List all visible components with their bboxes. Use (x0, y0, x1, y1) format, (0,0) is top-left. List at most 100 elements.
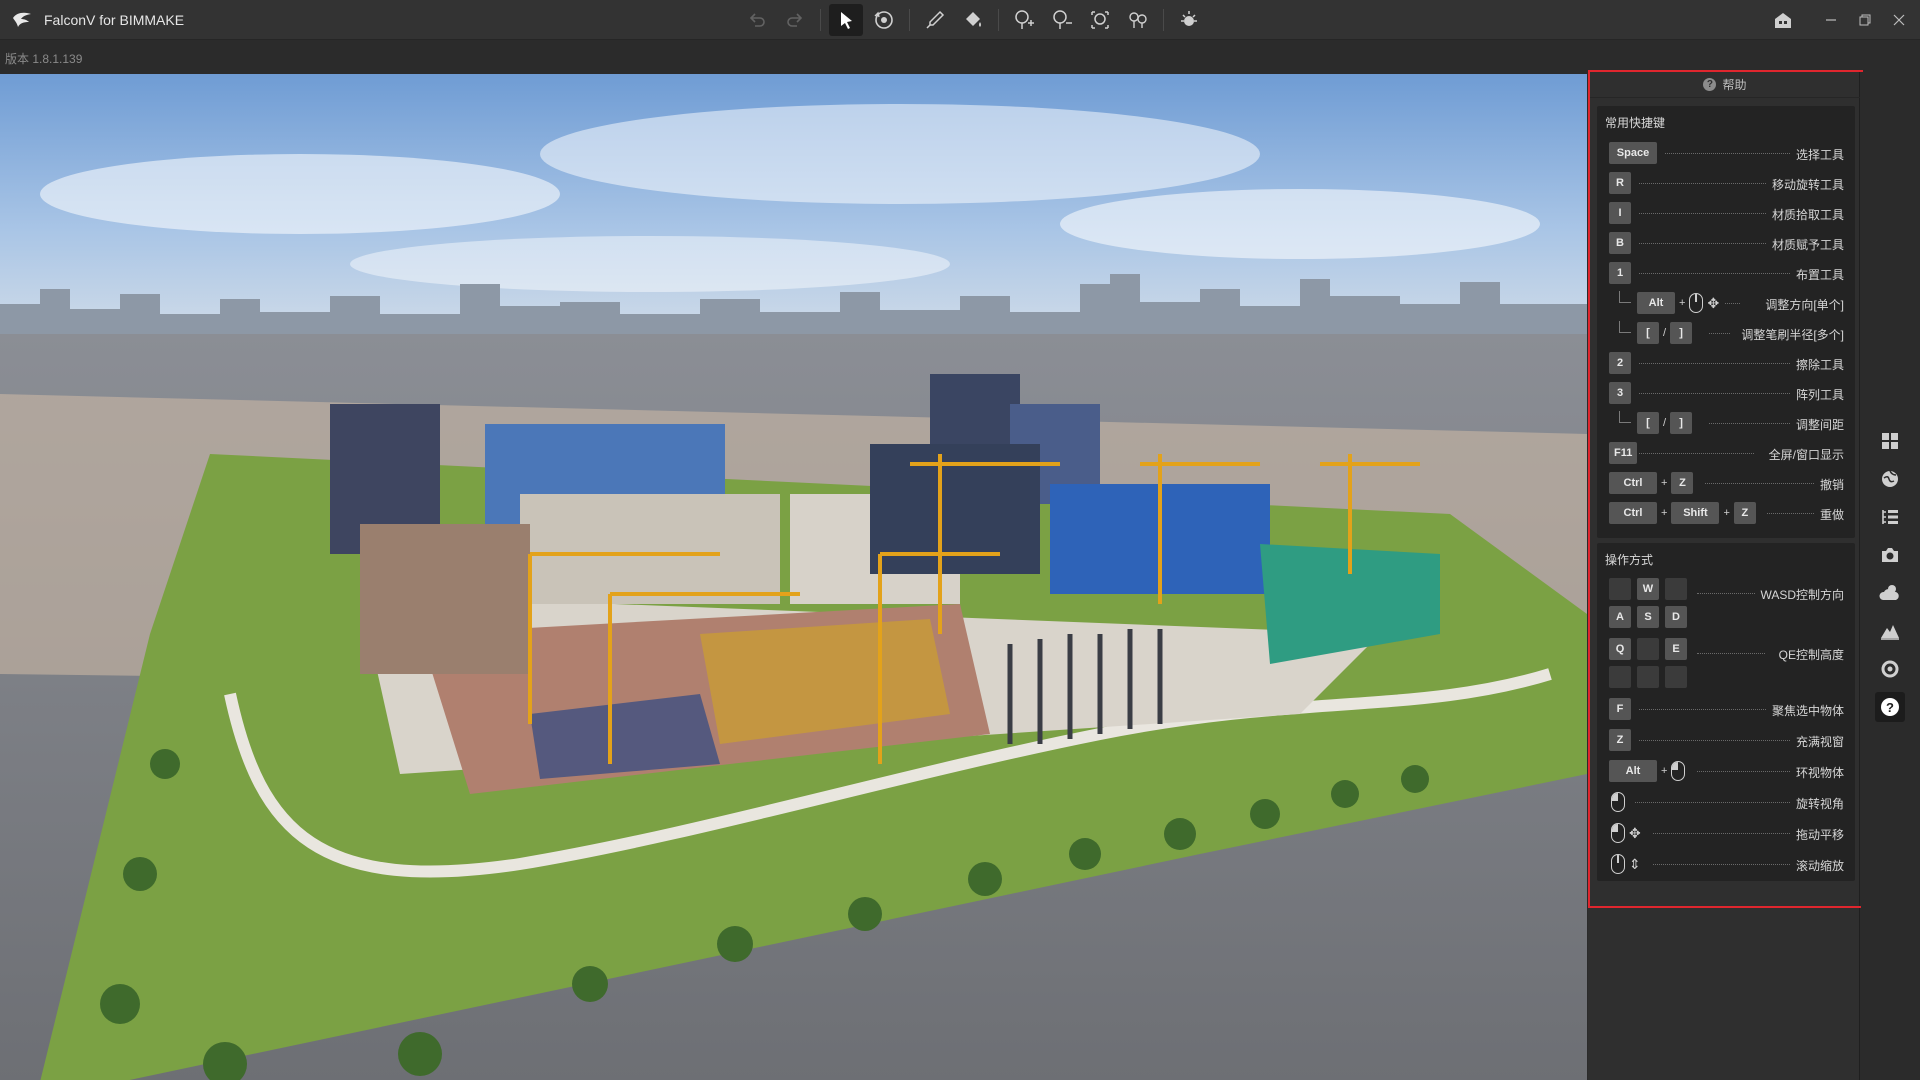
key-cap: F (1609, 698, 1631, 720)
place-tool-button[interactable] (1007, 4, 1041, 36)
scatter-tool-button[interactable] (1121, 4, 1155, 36)
key-cap: Alt (1637, 292, 1675, 314)
terrain-icon (1881, 625, 1899, 640)
minimize-icon (1826, 19, 1836, 21)
camera-button[interactable] (1875, 540, 1905, 570)
shortcut-label: 撤销 (1819, 478, 1844, 492)
array-tool-button[interactable] (1083, 4, 1117, 36)
help-button[interactable]: ? (1875, 692, 1905, 722)
brush-icon (926, 10, 945, 29)
shortcut-row: 2 擦除工具 (1597, 351, 1855, 375)
shortcut-label: 材质拾取工具 (1771, 208, 1844, 222)
separator: + (1661, 477, 1668, 489)
toolbar-divider (820, 9, 821, 31)
erase-tree-icon (1053, 10, 1072, 29)
shortcut-label: 全屏/窗口显示 (1768, 448, 1844, 462)
key-cap: ] (1670, 322, 1693, 344)
key-cap: Space (1609, 142, 1657, 164)
shortcuts-title: 常用快捷键 (1605, 116, 1666, 130)
sun-icon (1181, 11, 1197, 26)
close-button[interactable] (1882, 0, 1916, 40)
plus-sign: + (1661, 765, 1668, 777)
help-panel-header: ? 帮助 (1590, 72, 1860, 98)
shortcuts-section: 常用快捷键 Space 选择工具 R 移动旋转工具 I 材质拾取工具 B 材质赋… (1597, 106, 1855, 538)
shortcut-row: Space 选择工具 (1597, 141, 1855, 165)
brush-tool-button[interactable] (918, 4, 952, 36)
list-icon (1882, 510, 1898, 524)
shortcut-row: I 材质拾取工具 (1597, 201, 1855, 225)
key-cap: A (1609, 606, 1631, 628)
shortcut-row: 3 阵列工具 (1597, 381, 1855, 405)
weather-tool-button[interactable] (1172, 4, 1206, 36)
orbit-tool-button[interactable] (867, 4, 901, 36)
key-cap: S (1637, 606, 1659, 628)
settings-button[interactable] (1875, 654, 1905, 684)
scene-render (0, 74, 1587, 1080)
operations-section: 操作方式 W A S D WASD控制方向 Q E QE控制高度 F 聚焦选中物… (1597, 543, 1855, 881)
undo-button[interactable] (740, 4, 774, 36)
move-arrows-icon: ✥ (1629, 824, 1641, 841)
title-bar: FalconV for BIMMAKE (0, 0, 1920, 40)
falcon-logo-icon (8, 6, 36, 34)
toolbar-divider (998, 9, 999, 31)
operation-label: 充满视窗 (1795, 735, 1844, 749)
shortcut-label: 调整笔刷半径[多个] (1741, 328, 1844, 342)
key-cap: 3 (1609, 382, 1631, 404)
separator: / (1663, 327, 1667, 339)
shortcut-row: B 材质赋予工具 (1597, 231, 1855, 255)
key-cap: [ (1637, 412, 1659, 434)
shortcut-label: 调整间距 (1795, 418, 1844, 432)
key-cap: ] (1670, 412, 1693, 434)
select-tool-button[interactable] (829, 4, 863, 36)
toolbar-divider (1163, 9, 1164, 31)
redo-button[interactable] (778, 4, 812, 36)
mouse-left-icon (1671, 761, 1686, 781)
operation-row: 旋转视角 (1597, 790, 1855, 814)
key-cap: F11 (1609, 442, 1638, 464)
app-title: FalconV for BIMMAKE (44, 11, 185, 28)
restore-button[interactable] (1848, 0, 1882, 40)
scene-tree-button[interactable] (1875, 502, 1905, 532)
separator: / (1663, 417, 1667, 429)
key-cap: Z (1609, 729, 1631, 751)
terrain-button[interactable] (1875, 616, 1905, 646)
key-cap: Z (1671, 472, 1694, 494)
operation-label: 环视物体 (1795, 766, 1844, 780)
shortcut-label: 布置工具 (1795, 268, 1844, 282)
operation-row: ✥ 拖动平移 (1597, 821, 1855, 845)
undo-icon (749, 13, 765, 27)
plus-sign: + (1679, 297, 1686, 309)
operation-label: 聚焦选中物体 (1771, 704, 1844, 718)
key-cap: [ (1637, 322, 1659, 344)
minimize-button[interactable] (1814, 0, 1848, 40)
close-icon (1893, 14, 1905, 26)
shortcut-label: 移动旋转工具 (1771, 178, 1844, 192)
key-cap: Alt (1609, 760, 1657, 782)
shortcut-label: 重做 (1819, 508, 1844, 522)
shortcut-row: 1 布置工具 (1597, 261, 1855, 285)
weather-button[interactable] (1875, 578, 1905, 608)
shortcut-row: Alt + ✥ 调整方向[单个] (1597, 291, 1855, 315)
question-circle-icon: ? (1703, 78, 1717, 91)
3d-viewport[interactable] (0, 72, 1587, 1080)
key-cap: I (1609, 202, 1631, 224)
asset-library-button[interactable] (1875, 426, 1905, 456)
orbit-icon (874, 11, 893, 29)
home-button[interactable] (1766, 0, 1800, 40)
erase-tool-button[interactable] (1045, 4, 1079, 36)
fill-tool-button[interactable] (956, 4, 990, 36)
redo-icon (787, 13, 803, 27)
key-cap-empty (1609, 666, 1631, 688)
key-cap: Ctrl (1609, 472, 1657, 494)
key-cap: W (1637, 578, 1659, 600)
key-cap: Shift (1671, 502, 1720, 524)
settings-icon (1881, 660, 1899, 678)
key-cap-empty (1637, 638, 1659, 660)
operation-row: ⇕ 滚动缩放 (1597, 852, 1855, 876)
key-cap-empty (1665, 578, 1687, 600)
environment-button[interactable] (1875, 464, 1905, 494)
operation-label: QE控制高度 (1778, 648, 1844, 662)
operation-label: 旋转视角 (1795, 797, 1844, 811)
qe-keypad: Q E (1609, 638, 1691, 692)
svg-text:?: ? (1886, 700, 1894, 715)
